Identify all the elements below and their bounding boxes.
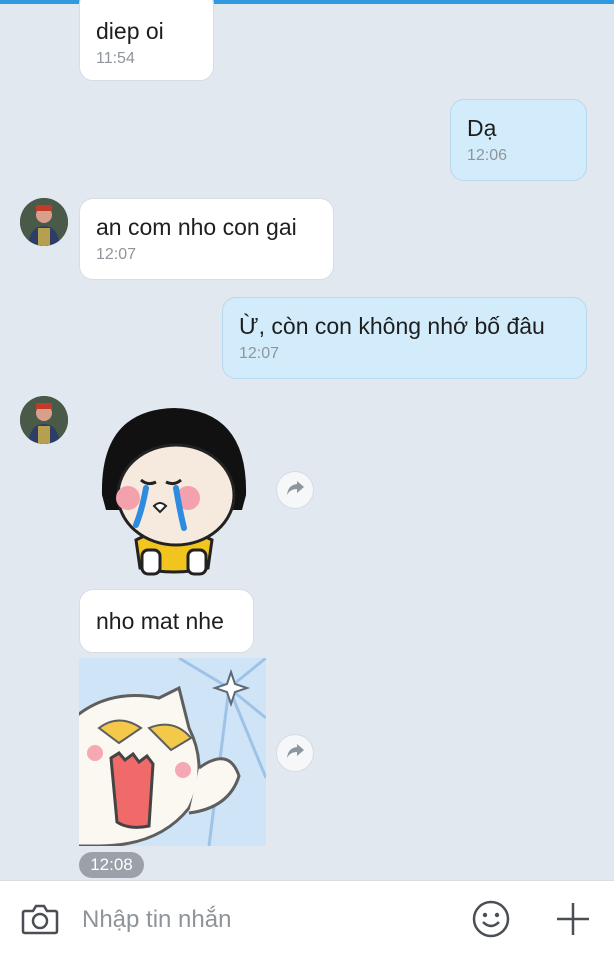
message-time: 12:06 xyxy=(467,147,508,164)
sticker-crying-girl[interactable] xyxy=(96,400,252,580)
avatar[interactable] xyxy=(20,198,68,246)
message-text: an com nho con gai xyxy=(96,214,297,240)
message-text: Dạ xyxy=(467,115,497,141)
avatar[interactable] xyxy=(20,396,68,444)
forward-icon xyxy=(285,742,305,765)
message-text: diep oi xyxy=(96,18,164,44)
message-time: 11:54 xyxy=(96,50,135,67)
forward-button[interactable] xyxy=(276,471,314,509)
message-input[interactable]: Nhập tin nhắn xyxy=(82,906,231,934)
forward-button[interactable] xyxy=(276,734,314,772)
emoji-icon xyxy=(472,900,510,943)
sticker-shouting-cat[interactable] xyxy=(79,658,266,846)
forward-icon xyxy=(285,479,305,502)
message-bubble-incoming[interactable]: diep oi 11:54 xyxy=(79,0,214,81)
message-time: 12:07 xyxy=(239,345,280,362)
message-bubble-outgoing[interactable]: Ừ, còn con không nhớ bố đâu 12:07 xyxy=(222,297,587,379)
plus-icon xyxy=(555,901,591,942)
message-text: nho mat nhe xyxy=(96,608,224,634)
sticker-timestamp: 12:08 xyxy=(79,852,144,878)
camera-button[interactable] xyxy=(20,901,60,941)
message-bubble-incoming[interactable]: an com nho con gai 12:07 xyxy=(79,198,334,280)
message-time: 12:07 xyxy=(96,246,137,263)
message-text: Ừ, còn con không nhớ bố đâu xyxy=(239,313,545,339)
add-button[interactable] xyxy=(552,900,594,942)
emoji-button[interactable] xyxy=(470,900,512,942)
camera-icon xyxy=(21,903,59,940)
message-bubble-outgoing[interactable]: Dạ 12:06 xyxy=(450,99,587,181)
message-composer: Nhập tin nhắn xyxy=(0,880,614,961)
message-bubble-incoming[interactable]: nho mat nhe xyxy=(79,589,254,653)
